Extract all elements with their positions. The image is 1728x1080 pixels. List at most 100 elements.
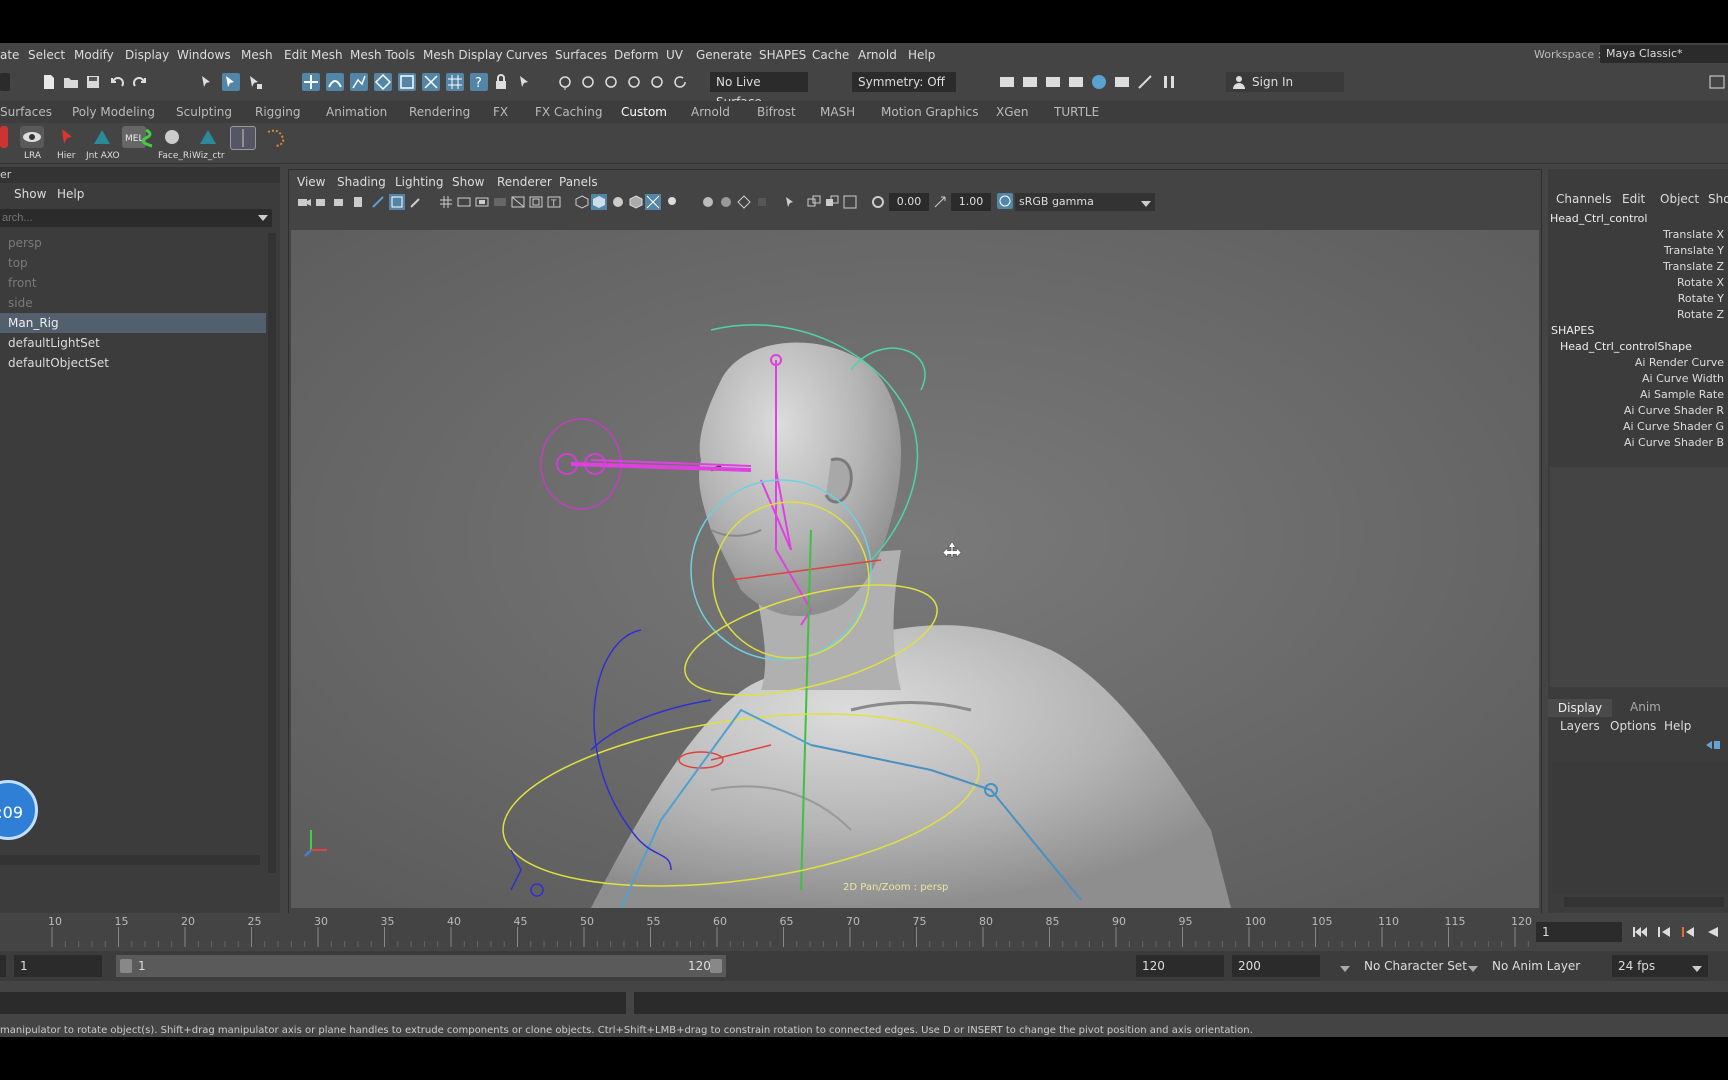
snap-grid-lines-icon[interactable]	[446, 73, 464, 91]
menu-arnold[interactable]: Arnold	[858, 48, 897, 62]
menu-windows[interactable]: Windows	[177, 48, 231, 62]
frame-all-icon[interactable]	[843, 195, 857, 209]
xray-icon[interactable]	[645, 194, 661, 210]
wireframe-icon[interactable]	[575, 195, 589, 209]
playback-range-bar[interactable]: 1 120	[116, 955, 726, 977]
outliner-menu-help[interactable]: Help	[57, 187, 84, 201]
step-back-frame-icon[interactable]	[1656, 925, 1672, 939]
grease-pencil-icon[interactable]	[389, 194, 405, 210]
new-scene-icon[interactable]	[40, 73, 58, 91]
outliner-search-input[interactable]	[0, 209, 272, 227]
select-component-icon[interactable]	[246, 73, 264, 91]
layer-menu-options[interactable]: Options	[1610, 719, 1656, 733]
ambient-occlusion-icon[interactable]	[719, 195, 733, 209]
joint-axis-icon[interactable]	[90, 126, 114, 148]
outliner-scrollbar[interactable]	[268, 233, 276, 873]
default-material-icon[interactable]	[611, 195, 625, 209]
construction-history-icon[interactable]	[602, 73, 620, 91]
outliner-horizontal-scrollbar[interactable]	[0, 855, 260, 865]
image-plane-icon[interactable]	[351, 195, 365, 209]
bookmark-icon[interactable]	[333, 195, 347, 209]
shelf-tab-surfaces[interactable]: Surfaces	[0, 105, 52, 119]
pencil-icon[interactable]	[409, 195, 423, 209]
shelf-tab-fx[interactable]: FX	[493, 105, 508, 119]
attr-ai-curve-width[interactable]: Ai Curve Width	[1642, 372, 1724, 385]
channel-rotate-z[interactable]: Rotate Z	[1677, 308, 1724, 321]
render-frame-icon[interactable]	[1021, 73, 1039, 91]
menu-curves[interactable]: Curves	[506, 48, 548, 62]
shape-node-name[interactable]: Head_Ctrl_controlShape	[1560, 340, 1692, 353]
resolution-gate-icon[interactable]	[475, 195, 489, 209]
selected-object-name[interactable]: Head_Ctrl_control	[1550, 212, 1647, 225]
wiz-ctrl-icon[interactable]	[196, 126, 220, 148]
snap-grid-icon[interactable]	[302, 73, 320, 91]
character-set-chevron-icon[interactable]	[1340, 963, 1350, 972]
hypershade-icon[interactable]	[1090, 73, 1108, 91]
viewport-menu-show[interactable]: Show	[452, 175, 484, 189]
menu-modify[interactable]: Modify	[74, 48, 114, 62]
menu-display[interactable]: Display	[125, 48, 169, 62]
render-view-icon[interactable]	[998, 73, 1016, 91]
shelf-tab-sculpting[interactable]: Sculpting	[176, 105, 232, 119]
curve-tool-icon[interactable]	[264, 126, 288, 148]
outliner-menu-show[interactable]: Show	[14, 187, 46, 201]
menu-generate[interactable]: Generate	[696, 48, 752, 62]
grid-icon[interactable]	[439, 195, 453, 209]
range-end-handle[interactable]	[710, 959, 722, 973]
symmetry-dropdown[interactable]: Symmetry: Off	[852, 72, 956, 92]
shadows-icon[interactable]	[701, 195, 715, 209]
layer-tab-anim[interactable]: Anim	[1630, 700, 1661, 714]
viewport-menu-renderer[interactable]: Renderer	[497, 175, 552, 189]
lock-icon[interactable]	[492, 73, 510, 91]
new-layer-icon[interactable]	[1706, 739, 1722, 751]
color-management-icon[interactable]	[997, 193, 1013, 209]
render-globals-icon[interactable]	[1067, 73, 1085, 91]
color-space-dropdown[interactable]: sRGB gamma	[1015, 193, 1155, 211]
play-backwards-icon[interactable]	[1704, 925, 1720, 939]
shelf-tab-turtle[interactable]: TURTLE	[1054, 105, 1099, 119]
shelf-tab-poly-modeling[interactable]: Poly Modeling	[72, 105, 155, 119]
search-dropdown-icon[interactable]	[258, 213, 268, 223]
gamma-field[interactable]: 1.00	[951, 193, 991, 211]
hier-select-icon[interactable]	[56, 126, 80, 148]
menu-edit-mesh[interactable]: Edit Mesh	[284, 48, 343, 62]
shelf-tab-rigging[interactable]: Rigging	[255, 105, 300, 119]
film-gate-icon[interactable]	[457, 195, 471, 209]
shelf-tab-bifrost[interactable]: Bifrost	[757, 105, 796, 119]
channel-menu-object[interactable]: Object	[1660, 192, 1699, 206]
channel-menu-edit[interactable]: Edit	[1622, 192, 1645, 206]
anim-layer-chevron-icon[interactable]	[1468, 963, 1478, 972]
exposure-field[interactable]: 0.00	[889, 193, 929, 211]
lra-eye-icon[interactable]	[20, 126, 44, 148]
xray-components-icon[interactable]	[825, 195, 839, 209]
outliner-item-side[interactable]: side	[0, 293, 266, 313]
range-start-handle[interactable]	[120, 959, 132, 973]
safe-action-icon[interactable]	[529, 195, 543, 209]
attr-ai-sample-rate[interactable]: Ai Sample Rate	[1640, 388, 1724, 401]
attr-ai-render-curve[interactable]: Ai Render Curve	[1635, 356, 1724, 369]
snap-live-icon[interactable]	[398, 73, 416, 91]
3d-viewport[interactable]: 2D Pan/Zoom : persp	[291, 230, 1539, 908]
pause-viewport-icon[interactable]	[1160, 73, 1178, 91]
ipr-icon[interactable]	[1044, 73, 1062, 91]
motion-blur-icon[interactable]	[737, 195, 751, 209]
animation-start-field[interactable]: 1	[14, 955, 102, 977]
outliner-item-default-light-set[interactable]: defaultLightSet	[0, 333, 266, 353]
exposure-icon[interactable]	[871, 195, 885, 209]
current-frame-field[interactable]: 1	[1536, 922, 1622, 942]
viewport-menu-shading[interactable]: Shading	[337, 175, 386, 189]
live-surface-field[interactable]: No Live Surface	[710, 72, 808, 109]
outliner-item-front[interactable]: front	[0, 273, 266, 293]
shelf-tab-custom[interactable]: Custom	[621, 105, 667, 119]
outliner-item-persp[interactable]: persp	[0, 233, 266, 253]
time-slider[interactable]: 10 15 20 25 30 35 40 45 50 55 60 65 70 75 80 85 90 95 100 1…	[0, 913, 1728, 951]
mel-command-input[interactable]	[0, 992, 626, 1014]
fps-chevron-icon[interactable]	[1692, 963, 1702, 972]
camera-select-icon[interactable]	[297, 195, 311, 209]
sidebar-toggle-icon[interactable]	[1708, 73, 1726, 91]
menu-select[interactable]: Select	[28, 48, 65, 62]
camera-attributes-icon[interactable]	[315, 195, 329, 209]
attr-ai-curve-shader-g[interactable]: Ai Curve Shader G	[1623, 420, 1724, 433]
ipr-render-icon[interactable]	[648, 73, 666, 91]
lights-icon[interactable]	[665, 195, 679, 209]
